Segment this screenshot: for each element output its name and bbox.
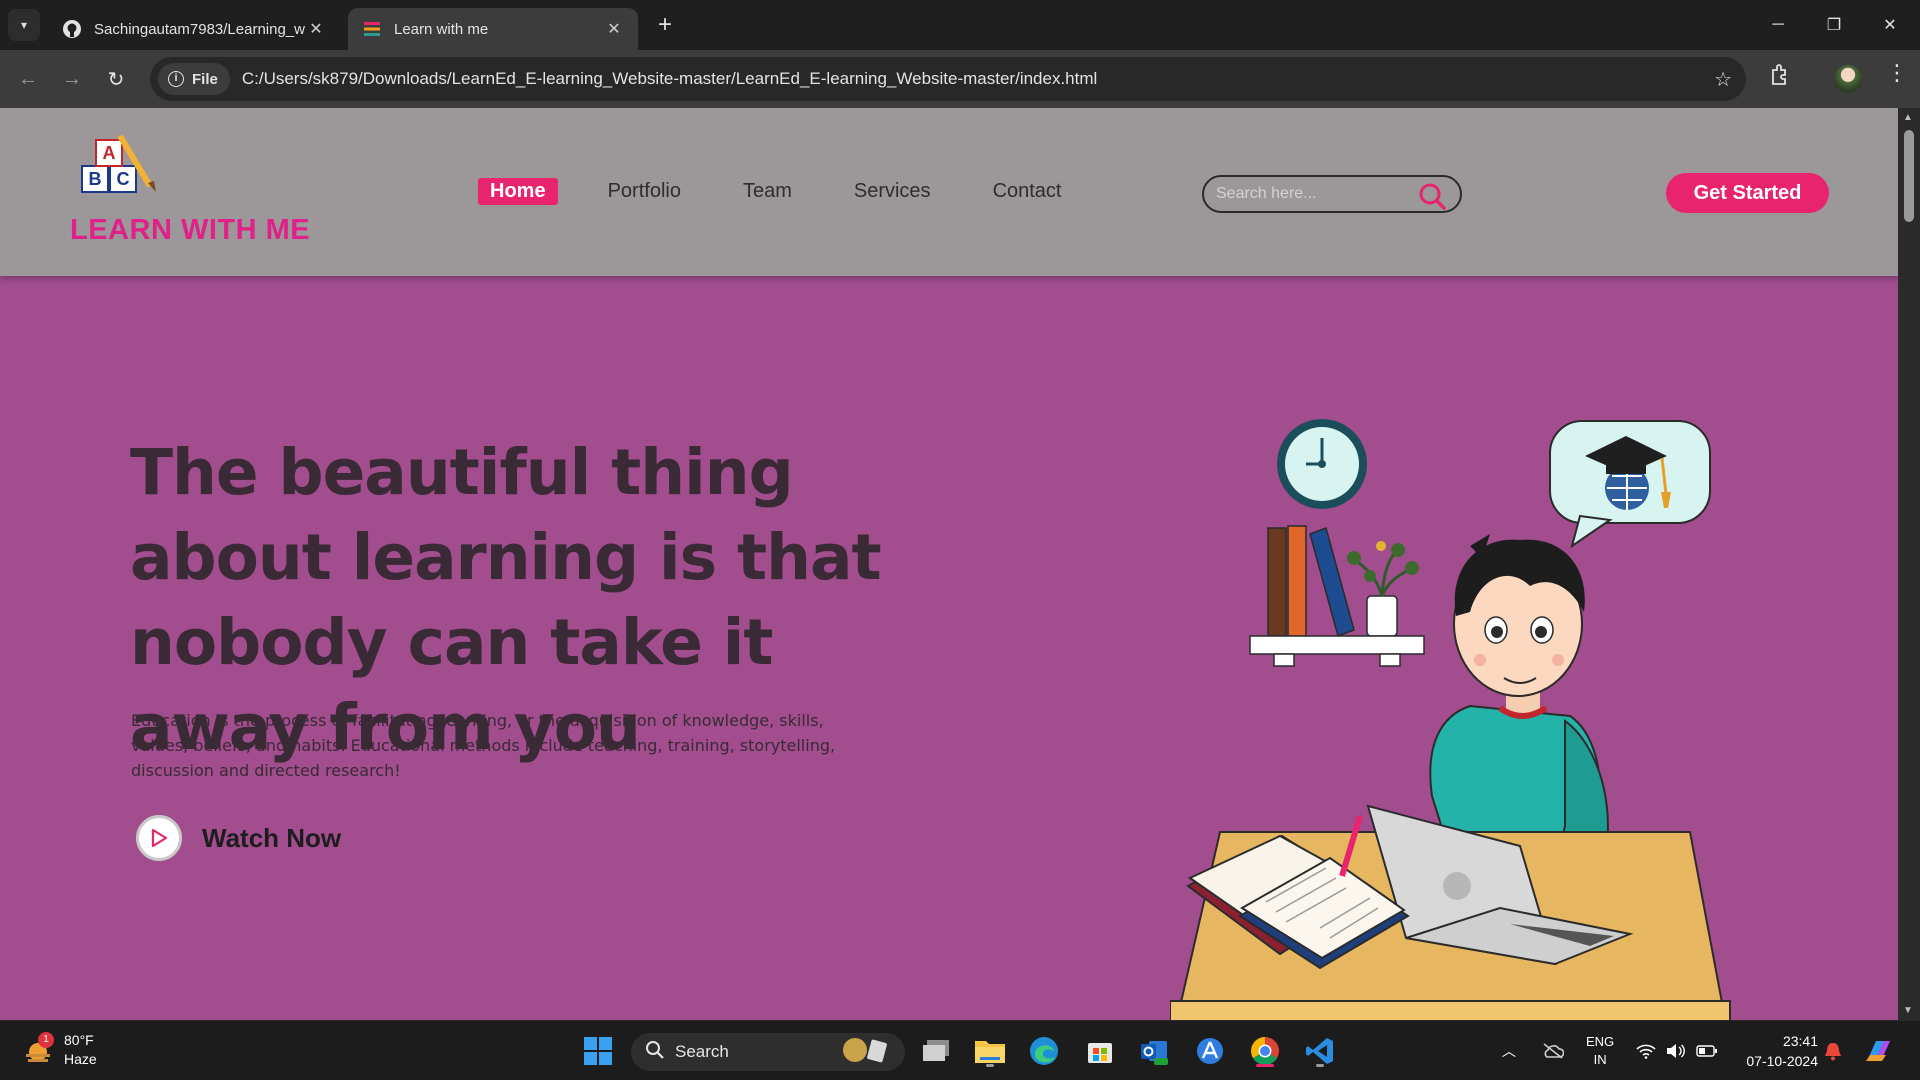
menu-icon[interactable]: ⋮ <box>1886 60 1908 86</box>
github-icon <box>62 19 82 39</box>
nav-home[interactable]: Home <box>478 178 558 205</box>
tab-close-icon[interactable]: ✕ <box>604 19 624 39</box>
watch-now-label[interactable]: Watch Now <box>202 823 341 854</box>
running-indicator <box>986 1064 994 1067</box>
hero-description: Education is the process of facilitating… <box>131 711 836 780</box>
bookshelf-icon <box>1249 525 1425 667</box>
clock-icon <box>1277 419 1367 509</box>
main-nav: Home Portfolio Team Services Contact <box>478 178 1112 205</box>
tab-title: Learn with me <box>394 20 489 38</box>
onedrive-icon[interactable] <box>1542 1021 1564 1080</box>
taskbar-search[interactable]: Search <box>631 1033 905 1071</box>
graduation-cap-icon <box>1549 420 1711 549</box>
web-page: B C A LEARN WITH ME Home Portfolio Team … <box>0 108 1898 1020</box>
svg-text:C: C <box>117 169 130 189</box>
weather-icon: 1 <box>22 1032 54 1066</box>
chrome-icon[interactable] <box>1247 1033 1283 1069</box>
new-tab-button[interactable]: + <box>650 10 680 40</box>
search-input[interactable] <box>1216 185 1416 203</box>
windows-taskbar: 1 80°F Haze Search ︿ ENG IN 23:41 07-10-… <box>0 1020 1920 1080</box>
url-text[interactable]: C:/Users/sk879/Downloads/LearnEd_E-learn… <box>242 69 1097 89</box>
bookmark-star-icon[interactable]: ☆ <box>1714 67 1732 92</box>
nav-team[interactable]: Team <box>731 178 804 205</box>
page-favicon-icon <box>362 19 382 39</box>
profile-avatar[interactable] <box>1834 65 1862 93</box>
language-region: IN <box>1593 1052 1607 1067</box>
copilot-icon[interactable] <box>1864 1021 1894 1080</box>
browser-tab-github[interactable]: Sachingautam7983/Learning_w ✕ <box>48 8 340 50</box>
tab-title: Sachingautam7983/Learning_w <box>94 20 305 38</box>
chip-label: File <box>192 70 218 88</box>
tab-close-icon[interactable]: ✕ <box>306 19 326 39</box>
task-view-icon[interactable] <box>918 1033 954 1069</box>
app-icon[interactable] <box>1192 1033 1228 1069</box>
show-hidden-icons-icon[interactable]: ︿ <box>1502 1021 1516 1080</box>
svg-text:B: B <box>89 169 102 189</box>
file-explorer-icon[interactable] <box>972 1033 1008 1069</box>
forward-icon[interactable]: → <box>56 63 88 95</box>
abc-blocks-logo-icon: B C A <box>81 134 156 193</box>
notification-bell-icon[interactable] <box>1824 1021 1842 1080</box>
taskbar-clock[interactable]: 23:41 07-10-2024 <box>1738 1031 1818 1071</box>
edge-icon[interactable] <box>1026 1033 1062 1069</box>
search-icon[interactable] <box>1418 182 1446 215</box>
windows-start-icon[interactable] <box>580 1033 616 1069</box>
site-logo-text[interactable]: LEARN WITH ME <box>70 214 310 247</box>
nav-portfolio[interactable]: Portfolio <box>596 178 693 205</box>
volume-icon[interactable] <box>1666 1021 1686 1080</box>
nav-services[interactable]: Services <box>842 178 943 205</box>
language-indicator[interactable]: ENG IN <box>1586 1021 1614 1080</box>
browser-toolbar: ← → ↻ i File C:/Users/sk879/Downloads/Le… <box>0 50 1920 108</box>
clock-date: 07-10-2024 <box>1746 1053 1818 1069</box>
outlook-icon[interactable] <box>1136 1033 1172 1069</box>
vscode-icon[interactable] <box>1302 1033 1338 1069</box>
back-icon[interactable]: ← <box>12 63 44 95</box>
tab-search-button[interactable]: ▾ <box>8 9 40 41</box>
scroll-up-icon[interactable]: ▲ <box>1903 112 1913 123</box>
info-icon: i <box>168 71 184 87</box>
extensions-icon[interactable] <box>1770 64 1790 92</box>
store-icon[interactable] <box>1082 1033 1118 1069</box>
weather-widget[interactable]: 1 80°F Haze <box>22 1031 97 1069</box>
site-info-chip[interactable]: i File <box>158 63 230 95</box>
site-search <box>1202 175 1462 213</box>
restore-icon[interactable]: ❐ <box>1806 0 1862 50</box>
minimize-icon[interactable]: ─ <box>1750 0 1806 50</box>
scrollbar-thumb[interactable] <box>1904 130 1914 222</box>
search-highlight-icon <box>841 1036 893 1069</box>
language-code: ENG <box>1586 1034 1615 1049</box>
nav-contact[interactable]: Contact <box>981 178 1074 205</box>
weather-condition: Haze <box>64 1051 97 1067</box>
weather-badge: 1 <box>38 1032 54 1048</box>
taskbar-search-label: Search <box>675 1042 729 1061</box>
student-at-desk-illustration <box>1170 419 1731 1020</box>
play-icon[interactable] <box>136 815 182 861</box>
close-icon[interactable]: ✕ <box>1862 0 1918 50</box>
browser-tab-learn-with-me[interactable]: Learn with me ✕ <box>348 8 638 50</box>
get-started-button[interactable]: Get Started <box>1666 173 1829 213</box>
weather-temp: 80°F <box>64 1032 94 1048</box>
running-indicator <box>1316 1064 1324 1067</box>
svg-text:A: A <box>103 143 116 163</box>
search-icon <box>645 1040 665 1065</box>
running-indicator-active <box>1256 1064 1274 1067</box>
wifi-icon[interactable] <box>1636 1021 1656 1080</box>
watch-now-button[interactable]: Watch Now <box>136 815 341 861</box>
battery-icon[interactable] <box>1696 1021 1718 1080</box>
site-header: B C A LEARN WITH ME Home Portfolio Team … <box>0 108 1898 276</box>
page-scrollbar[interactable]: ▲ ▼ <box>1898 108 1920 1020</box>
browser-tab-bar: ▾ Sachingautam7983/Learning_w ✕ Learn wi… <box>0 0 1920 50</box>
clock-time: 23:41 <box>1782 1033 1818 1049</box>
address-bar[interactable]: i File C:/Users/sk879/Downloads/LearnEd_… <box>150 57 1746 101</box>
scroll-down-icon[interactable]: ▼ <box>1903 1005 1913 1016</box>
reload-icon[interactable]: ↻ <box>100 63 132 95</box>
